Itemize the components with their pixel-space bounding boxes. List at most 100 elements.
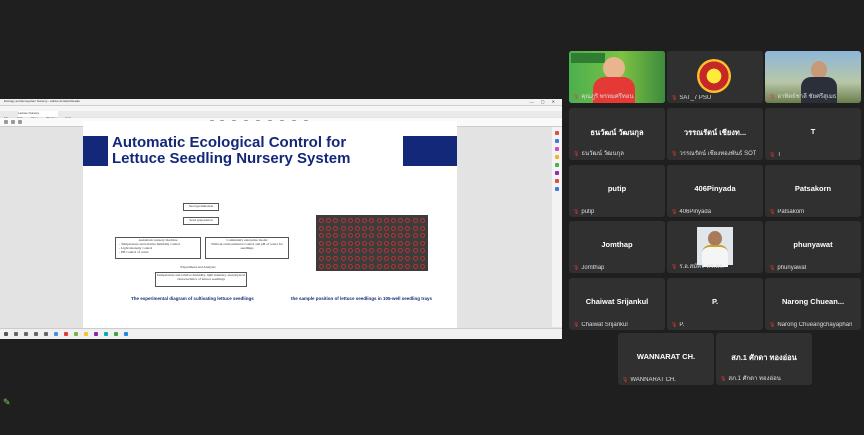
tray-well — [319, 240, 324, 246]
taskbar-app-icon[interactable] — [14, 332, 18, 336]
tray-well — [369, 248, 375, 254]
participant-tile[interactable]: สภ.1 ศักดา ทองอ่อน 🎙 สภ.1 ศักดา ทองอ่อน — [716, 333, 812, 385]
flow-community-model: Community enterprise model Without envir… — [205, 237, 289, 259]
tab-row: Lettuce Nursery — [0, 111, 562, 117]
tray-well — [326, 218, 332, 223]
tray-well — [333, 225, 339, 231]
tray-well — [405, 218, 411, 223]
taskbar-app-icon[interactable] — [54, 332, 58, 336]
mic-off-icon: 🎙 — [769, 265, 776, 271]
participant-tile[interactable]: T 🎙 T — [765, 108, 861, 160]
taskbar-app-icon[interactable] — [44, 332, 48, 336]
tray-well — [391, 240, 396, 246]
tray-well — [340, 225, 346, 231]
tray-well — [333, 263, 339, 269]
tray-well — [419, 218, 425, 223]
experiment-flow-diagram: Seed germination Seed preparation Automa… — [113, 201, 293, 291]
tray-well — [355, 263, 360, 269]
participant-tile-photo[interactable]: 🎙 ร.อ.สมัคร-ทร.พร. — [667, 221, 763, 273]
participant-tile[interactable]: phunyawat 🎙 phunyawat — [765, 221, 861, 273]
mic-off-icon: 🎙 — [573, 209, 580, 215]
taskbar-app-icon[interactable] — [64, 332, 68, 336]
shared-screen: Ecology and Ecosystem Nursery - Adobe Ac… — [0, 99, 562, 339]
taskbar-app-icon[interactable] — [24, 332, 28, 336]
tray-well — [319, 233, 324, 239]
tray-well — [362, 218, 368, 223]
tray-well — [383, 218, 389, 223]
participant-tile-presenter[interactable]: 🎙 คุณภูริ พรหมศรีทอน — [569, 51, 665, 103]
participant-tile[interactable]: 406Pinyada 🎙 406Pinyada — [667, 165, 763, 217]
participant-tile[interactable]: วรรณรัตน์ เชียงท... 🎙 วรรณรัตน์ เชียงทองพ… — [667, 108, 763, 160]
tray-well — [398, 263, 404, 269]
print-icon[interactable] — [11, 120, 15, 124]
mic-off-icon: 🎙 — [671, 95, 678, 101]
participant-tile[interactable]: ธนวัฒน์ วัฒนกุล 🎙 ธนวัฒน์ วัฒนกุล — [569, 108, 665, 160]
tray-well — [376, 225, 382, 231]
tray-well — [391, 248, 396, 254]
tray-well — [347, 256, 353, 261]
tray-well — [412, 248, 418, 254]
tool-combine-icon[interactable] — [555, 163, 559, 167]
tray-well — [391, 225, 396, 231]
participant-tile-logo[interactable]: 🎙 SAT_7 PSU — [667, 51, 763, 103]
tool-create-icon[interactable] — [555, 139, 559, 143]
participant-tile[interactable]: putip 🎙 putip — [569, 165, 665, 217]
tray-well — [376, 256, 382, 261]
tray-well — [340, 256, 346, 261]
tray-well — [412, 218, 418, 223]
tray-well — [362, 256, 368, 261]
tray-well — [355, 225, 360, 231]
tool-protect-icon[interactable] — [555, 179, 559, 183]
tray-well — [340, 248, 346, 254]
tool-more-icon[interactable] — [555, 187, 559, 191]
email-icon[interactable] — [18, 120, 22, 124]
save-icon[interactable] — [4, 120, 8, 124]
tool-export-icon[interactable] — [555, 131, 559, 135]
start-icon[interactable] — [4, 332, 8, 336]
tray-well — [405, 256, 411, 261]
tray-well — [333, 233, 339, 239]
tray-well — [355, 248, 360, 254]
tray-well — [383, 256, 389, 261]
tool-organize-icon[interactable] — [555, 171, 559, 175]
app-title-bar: Ecology and Ecosystem Nursery - Adobe Ac… — [0, 99, 562, 106]
tray-well — [383, 233, 389, 239]
tray-well — [405, 248, 411, 254]
participant-tile-video[interactable]: 🎙 อาทิตย์ชาลี ชัยศรีสุเมธ — [765, 51, 861, 103]
flow-automatic-machine: Automatic nursery machine - Temperature … — [115, 237, 201, 259]
tray-well — [376, 233, 382, 239]
tray-well — [340, 218, 346, 223]
taskbar-app-icon[interactable] — [94, 332, 98, 336]
participant-tile[interactable]: Patsakorn 🎙 Patsakorn — [765, 165, 861, 217]
taskbar-app-icon[interactable] — [114, 332, 118, 336]
tray-well — [319, 248, 324, 254]
tray-well — [362, 240, 368, 246]
caption-left: The experimental diagram of cultivating … — [131, 296, 254, 301]
tray-well — [347, 263, 353, 269]
participant-tile[interactable]: Jomthap 🎙 Jomthap — [569, 221, 665, 273]
document-tab[interactable]: Lettuce Nursery — [18, 111, 58, 117]
tool-comment-icon[interactable] — [555, 155, 559, 159]
participant-tile[interactable]: WANNARAT CH. 🎙 WANNARAT CH. — [618, 333, 714, 385]
taskbar-app-icon[interactable] — [104, 332, 108, 336]
tray-well — [369, 256, 375, 261]
tray-well — [319, 256, 324, 261]
taskbar-app-icon[interactable] — [74, 332, 78, 336]
tray-well — [405, 233, 411, 239]
taskbar-app-icon[interactable] — [34, 332, 38, 336]
tray-well — [398, 256, 404, 261]
window-controls[interactable]: — ▢ ✕ — [530, 99, 558, 104]
tray-well — [355, 233, 360, 239]
tool-edit-icon[interactable] — [555, 147, 559, 151]
taskbar-app-icon[interactable] — [124, 332, 128, 336]
tray-well — [376, 248, 382, 254]
annotate-pen-icon[interactable]: ✎ — [3, 397, 11, 408]
mic-off-icon: 🎙 — [769, 94, 776, 100]
tray-well — [340, 240, 346, 246]
participant-tile[interactable]: Chaiwat Srijankul 🎙 Chaiwat Srijankul — [569, 278, 665, 330]
tray-well — [398, 248, 404, 254]
participant-tile[interactable]: P. 🎙 P. — [667, 278, 763, 330]
taskbar-app-icon[interactable] — [84, 332, 88, 336]
participant-tile[interactable]: Narong Chuean... 🎙 Narong Chueangchayapha… — [765, 278, 861, 330]
tray-well — [391, 256, 396, 261]
